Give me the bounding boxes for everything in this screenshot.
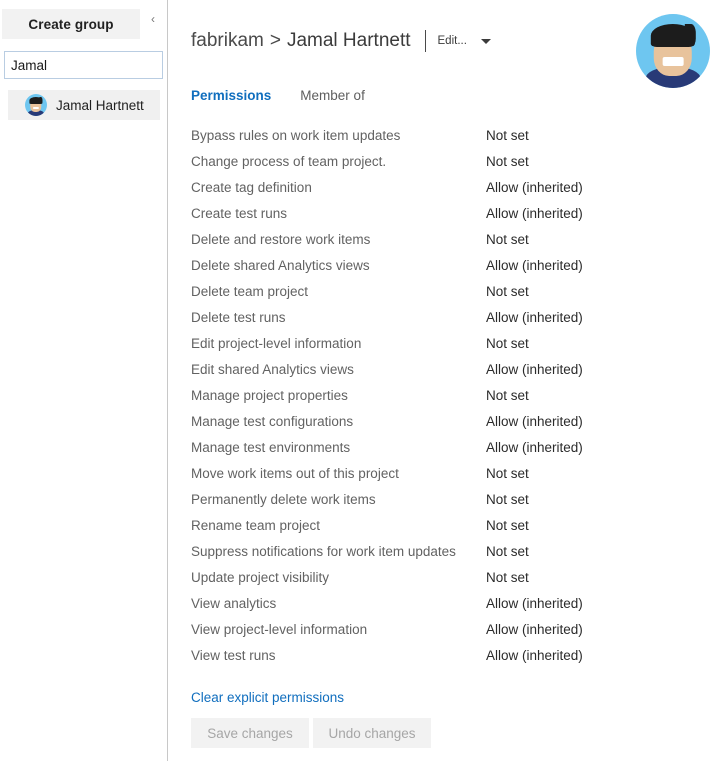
permission-label: Delete team project: [191, 284, 309, 299]
table-row: Manage test configurations Allow (inherit…: [191, 413, 691, 439]
identity-sidebar: Create group ‹ Jamal Hartnett: [0, 0, 168, 761]
save-changes-button[interactable]: Save changes: [191, 718, 309, 748]
permission-label: View analytics: [191, 596, 277, 611]
edit-menu-label: Edit...: [437, 35, 467, 47]
clear-explicit-permissions-link[interactable]: Clear explicit permissions: [191, 690, 344, 705]
tab-permissions[interactable]: Permissions: [191, 88, 271, 103]
table-row: Delete shared Analytics views Allow (inhe…: [191, 257, 691, 283]
permission-label: Create tag definition: [191, 180, 312, 195]
permission-value[interactable]: Allow (inherited): [486, 309, 583, 327]
table-row: View project-level information Allow (inh…: [191, 621, 691, 647]
search-input[interactable]: [5, 52, 162, 78]
table-row: Bypass rules on work item updates Not set: [191, 127, 691, 153]
permission-label: Permanently delete work items: [191, 492, 376, 507]
permission-value[interactable]: Allow (inherited): [486, 595, 583, 613]
permission-value[interactable]: Allow (inherited): [486, 621, 583, 639]
permission-value[interactable]: Not set: [486, 283, 529, 301]
list-item-label: Jamal Hartnett: [56, 97, 144, 113]
permission-value[interactable]: Allow (inherited): [486, 257, 583, 275]
table-row: Create tag definition Allow (inherited): [191, 179, 691, 205]
search-results-list: Jamal Hartnett: [0, 90, 168, 120]
permission-label: Change process of team project.: [191, 154, 387, 169]
permission-label: Delete test runs: [191, 310, 286, 325]
tab-bar: Permissions Member of: [191, 88, 365, 103]
undo-changes-button[interactable]: Undo changes: [313, 718, 431, 748]
table-row: Suppress notifications for work item upd…: [191, 543, 691, 569]
permission-label: Delete shared Analytics views: [191, 258, 370, 273]
create-group-button[interactable]: Create group: [2, 9, 140, 39]
table-row: Edit shared Analytics views Allow (inheri…: [191, 361, 691, 387]
permission-label: Suppress notifications for work item upd…: [191, 544, 456, 559]
avatar: [636, 14, 710, 88]
permission-value[interactable]: Not set: [486, 335, 529, 353]
permission-label: Update project visibility: [191, 570, 330, 585]
breadcrumb-separator: >: [269, 30, 281, 51]
breadcrumb: fabrikam > Jamal Hartnett Edit...: [191, 26, 491, 56]
permissions-page: Create group ‹ Jamal Hartnett fabrikam >…: [0, 0, 724, 761]
permission-value[interactable]: Allow (inherited): [486, 647, 583, 665]
permission-value[interactable]: Not set: [486, 127, 529, 145]
table-row: Permanently delete work items Not set: [191, 491, 691, 517]
permissions-list: Bypass rules on work item updates Not set…: [191, 127, 691, 673]
list-item[interactable]: Jamal Hartnett: [8, 90, 160, 120]
permission-label: Bypass rules on work item updates: [191, 128, 401, 143]
table-row: Delete test runs Allow (inherited): [191, 309, 691, 335]
permission-label: Manage project properties: [191, 388, 348, 403]
permission-value[interactable]: Not set: [486, 465, 529, 483]
table-row: Manage test environments Allow (inherited…: [191, 439, 691, 465]
permission-label: Create test runs: [191, 206, 288, 221]
permission-label: Edit shared Analytics views: [191, 362, 354, 377]
permission-value[interactable]: Allow (inherited): [486, 413, 583, 431]
table-row: View analytics Allow (inherited): [191, 595, 691, 621]
permission-value[interactable]: Allow (inherited): [486, 205, 583, 223]
divider: [424, 30, 426, 52]
chevron-left-icon[interactable]: ‹: [146, 11, 160, 27]
table-row: Update project visibility Not set: [191, 569, 691, 595]
permission-value[interactable]: Allow (inherited): [486, 361, 583, 379]
search-field-wrapper[interactable]: [4, 51, 163, 79]
table-row: Delete team project Not set: [191, 283, 691, 309]
permission-label: View test runs: [191, 648, 276, 663]
permission-label: Rename team project: [191, 518, 321, 533]
permission-value[interactable]: Not set: [486, 153, 529, 171]
table-row: Move work items out of this project Not s…: [191, 465, 691, 491]
permission-label: Delete and restore work items: [191, 232, 371, 247]
main-panel: fabrikam > Jamal Hartnett Edit... Permis…: [168, 0, 724, 761]
table-row: Create test runs Allow (inherited): [191, 205, 691, 231]
permission-label: Edit project-level information: [191, 336, 362, 351]
permission-label: Manage test environments: [191, 440, 351, 455]
permission-value[interactable]: Allow (inherited): [486, 439, 583, 457]
chevron-down-icon[interactable]: [480, 38, 491, 44]
tab-member-of[interactable]: Member of: [300, 88, 365, 103]
edit-menu-button[interactable]: Edit...: [438, 35, 491, 47]
table-row: Change process of team project. Not set: [191, 153, 691, 179]
page-title: Jamal Hartnett: [286, 30, 411, 51]
permission-value[interactable]: Not set: [486, 491, 529, 509]
avatar: [25, 94, 47, 116]
table-row: Rename team project Not set: [191, 517, 691, 543]
permission-value[interactable]: Not set: [486, 569, 529, 587]
permission-label: Move work items out of this project: [191, 466, 399, 481]
permission-label: View project-level information: [191, 622, 368, 637]
permission-value[interactable]: Not set: [486, 543, 529, 561]
permission-value[interactable]: Not set: [486, 231, 529, 249]
permission-value[interactable]: Allow (inherited): [486, 179, 583, 197]
permission-value[interactable]: Not set: [486, 387, 529, 405]
table-row: View test runs Allow (inherited): [191, 647, 691, 673]
permission-label: Manage test configurations: [191, 414, 354, 429]
action-button-row: Save changes Undo changes: [191, 718, 431, 748]
table-row: Manage project properties Not set: [191, 387, 691, 413]
permission-value[interactable]: Not set: [486, 517, 529, 535]
table-row: Edit project-level information Not set: [191, 335, 691, 361]
breadcrumb-org[interactable]: fabrikam: [191, 30, 264, 52]
table-row: Delete and restore work items Not set: [191, 231, 691, 257]
